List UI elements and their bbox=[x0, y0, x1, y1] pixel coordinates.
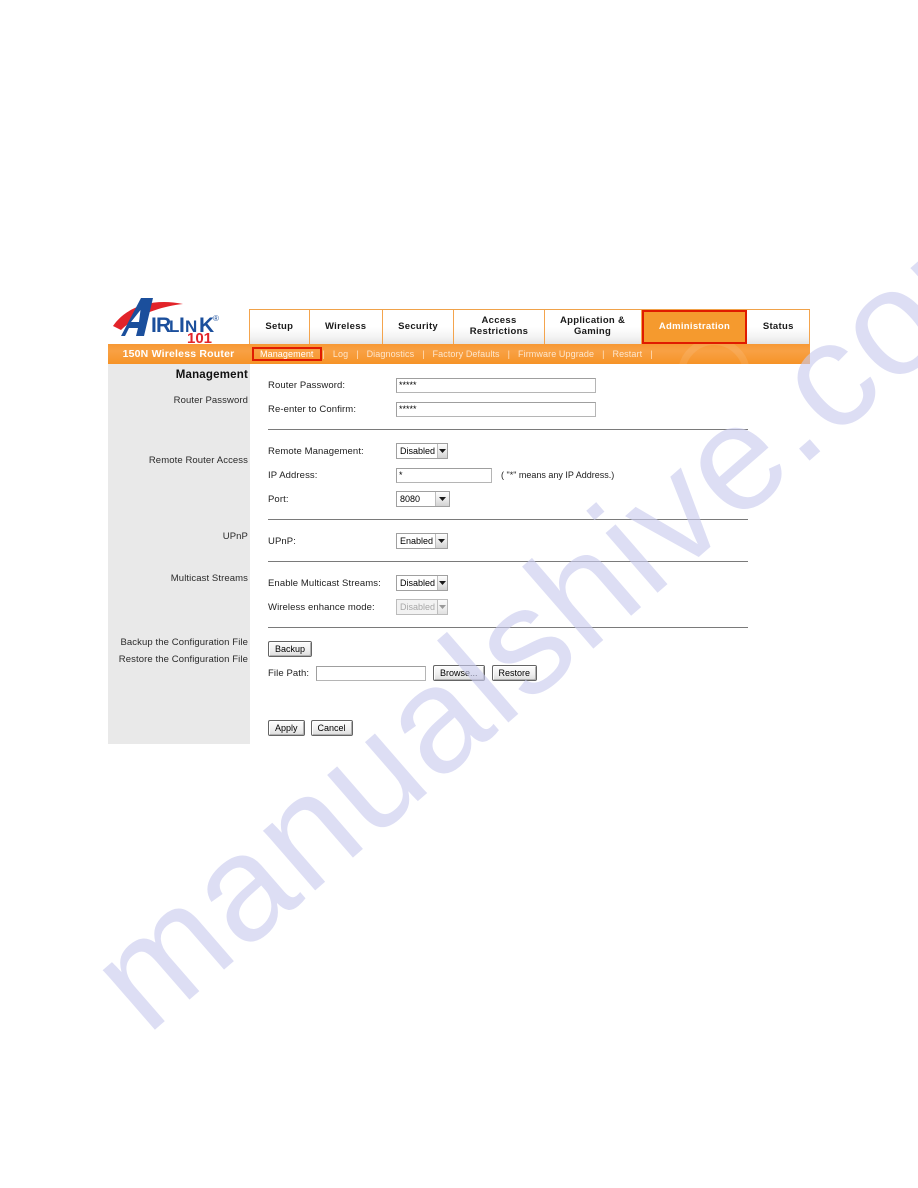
ip-address-input[interactable] bbox=[396, 467, 492, 483]
airlink-logo-graphic: I R L I N K ® 101 bbox=[113, 298, 219, 344]
primary-tab-bar: Setup Wireless Security Access Restricti… bbox=[249, 309, 811, 344]
sidebar-label-multicast-streams: Multicast Streams bbox=[170, 573, 248, 584]
field-wireless-enhance-mode: Wireless enhance mode: Disabled bbox=[268, 596, 810, 618]
svg-text:®: ® bbox=[213, 314, 219, 323]
sidebar: Management Router Password Remote Router… bbox=[108, 364, 250, 744]
chevron-down-icon bbox=[437, 576, 447, 590]
page-body: Management Router Password Remote Router… bbox=[108, 364, 810, 744]
label-ip-address: IP Address: bbox=[268, 469, 318, 481]
divider bbox=[268, 519, 748, 520]
tab-application-and-gaming[interactable]: Application & Gaming bbox=[544, 310, 642, 344]
header: I R L I N K ® 101 Setup Wireless Securit… bbox=[108, 292, 811, 344]
port-value: 8080 bbox=[400, 494, 421, 504]
upnp-value: Enabled bbox=[400, 536, 434, 546]
page-title: Management bbox=[175, 369, 248, 381]
subnav-separator: | bbox=[650, 349, 653, 359]
sidebar-label-router-password: Router Password bbox=[173, 395, 248, 406]
cancel-button[interactable]: Cancel bbox=[310, 720, 353, 736]
sidebar-label-remote-router-access: Remote Router Access bbox=[148, 455, 248, 466]
subnav-item-firmware-upgrade[interactable]: Firmware Upgrade bbox=[511, 348, 601, 360]
product-name: 150N Wireless Router bbox=[122, 348, 235, 360]
subnav-item-factory-defaults[interactable]: Factory Defaults bbox=[426, 348, 507, 360]
airlink-logo: I R L I N K ® 101 bbox=[108, 292, 249, 344]
subnav-item-log[interactable]: Log bbox=[326, 348, 355, 360]
tab-wireless[interactable]: Wireless bbox=[309, 310, 383, 344]
sidebar-label-backup-config: Backup the Configuration File bbox=[120, 637, 248, 648]
label-router-password: Router Password: bbox=[268, 379, 346, 391]
subnav-items: Management | Log | Diagnostics | Factory… bbox=[249, 347, 654, 361]
field-port: Port: 8080 bbox=[268, 488, 810, 510]
tab-administration[interactable]: Administration bbox=[641, 310, 748, 344]
restore-button[interactable]: Restore bbox=[491, 665, 538, 681]
field-upnp: UPnP: Enabled bbox=[268, 530, 810, 552]
form-actions: Apply Cancel bbox=[268, 720, 810, 736]
subnav-item-management[interactable]: Management bbox=[252, 347, 322, 361]
sidebar-label-restore-config: Restore the Configuration File bbox=[118, 654, 248, 665]
label-port: Port: bbox=[268, 493, 289, 505]
tab-setup[interactable]: Setup bbox=[249, 310, 310, 344]
router-password-input[interactable] bbox=[396, 377, 596, 393]
label-wireless-enhance-mode: Wireless enhance mode: bbox=[268, 601, 375, 613]
field-reenter-password: Re-enter to Confirm: bbox=[268, 398, 810, 420]
backup-button[interactable]: Backup bbox=[268, 641, 313, 657]
remote-management-value: Disabled bbox=[400, 446, 436, 456]
divider bbox=[268, 429, 748, 430]
chevron-down-icon bbox=[437, 600, 447, 614]
subnav-bar: 150N Wireless Router Management | Log | … bbox=[108, 344, 810, 364]
field-router-password: Router Password: bbox=[268, 374, 810, 396]
svg-text:L: L bbox=[169, 317, 179, 336]
label-remote-management: Remote Management: bbox=[268, 445, 364, 457]
label-multicast-streams: Enable Multicast Streams: bbox=[268, 577, 381, 589]
field-backup: Backup bbox=[268, 638, 810, 660]
file-path-input[interactable] bbox=[316, 665, 426, 681]
wireless-enhance-mode-select: Disabled bbox=[396, 599, 448, 615]
field-ip-address: IP Address: ( "*" means any IP Address.) bbox=[268, 464, 810, 486]
multicast-streams-select[interactable]: Disabled bbox=[396, 575, 448, 591]
upnp-select[interactable]: Enabled bbox=[396, 533, 448, 549]
ip-address-hint: ( "*" means any IP Address.) bbox=[501, 470, 615, 480]
tab-status[interactable]: Status bbox=[747, 310, 811, 344]
sidebar-label-upnp: UPnP bbox=[222, 531, 248, 542]
divider bbox=[268, 561, 748, 562]
tab-access-restrictions[interactable]: Access Restrictions bbox=[454, 310, 545, 344]
port-select[interactable]: 8080 bbox=[396, 491, 450, 507]
field-restore: File Path: Browse... Restore bbox=[268, 662, 810, 684]
reenter-password-input[interactable] bbox=[396, 401, 596, 417]
tab-security[interactable]: Security bbox=[382, 310, 455, 344]
remote-management-select[interactable]: Disabled bbox=[396, 443, 448, 459]
svg-text:I: I bbox=[179, 314, 185, 337]
svg-text:101: 101 bbox=[187, 330, 212, 344]
chevron-down-icon bbox=[435, 534, 447, 548]
divider bbox=[268, 627, 748, 628]
wireless-enhance-mode-value: Disabled bbox=[400, 602, 436, 612]
router-admin-page: I R L I N K ® 101 Setup Wireless Securit… bbox=[108, 292, 811, 744]
multicast-streams-value: Disabled bbox=[400, 578, 436, 588]
field-remote-management: Remote Management: Disabled bbox=[268, 440, 810, 462]
label-reenter-password: Re-enter to Confirm: bbox=[268, 403, 357, 415]
apply-button[interactable]: Apply bbox=[268, 720, 305, 736]
label-file-path: File Path: bbox=[268, 667, 310, 679]
chevron-down-icon bbox=[435, 492, 449, 506]
field-multicast-streams: Enable Multicast Streams: Disabled bbox=[268, 572, 810, 594]
label-upnp: UPnP: bbox=[268, 535, 296, 547]
browse-button[interactable]: Browse... bbox=[433, 665, 485, 681]
subnav-item-diagnostics[interactable]: Diagnostics bbox=[360, 348, 422, 360]
subnav-item-restart[interactable]: Restart bbox=[605, 348, 649, 360]
chevron-down-icon bbox=[437, 444, 447, 458]
settings-form: Router Password: Re-enter to Confirm: Re… bbox=[250, 364, 810, 744]
